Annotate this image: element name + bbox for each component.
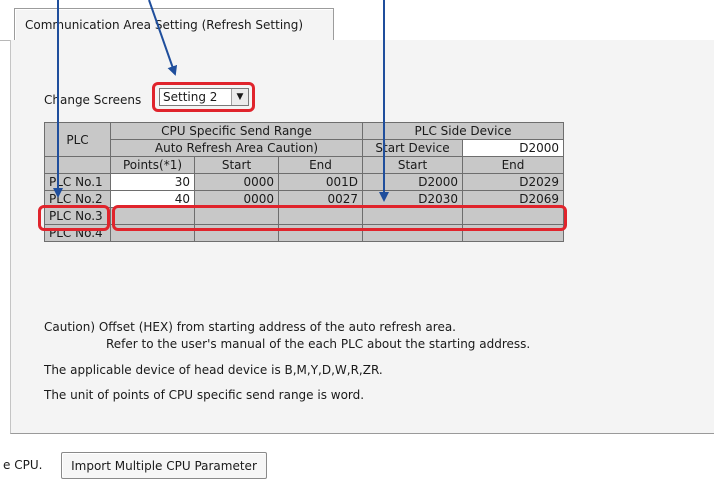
callout-arrows <box>53 0 389 202</box>
arrow-to-select <box>148 0 178 76</box>
